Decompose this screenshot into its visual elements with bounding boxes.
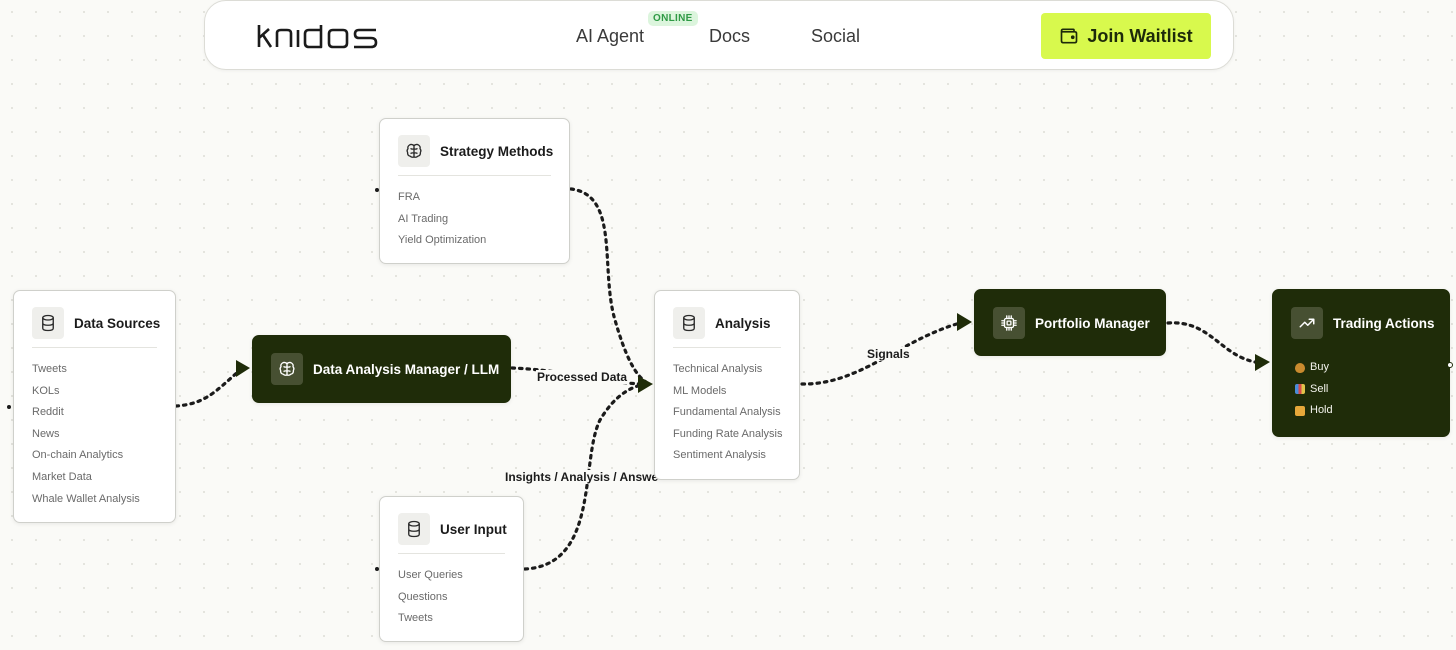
list-item: Funding Rate Analysis — [673, 427, 783, 440]
list-item: User Queries — [398, 569, 463, 581]
money-bag-icon — [1295, 362, 1305, 373]
strategy-list: FRA AI Trading Yield Optimization — [398, 187, 486, 252]
database-icon — [32, 307, 64, 339]
edge-portfolio-to-trading — [1166, 321, 1257, 364]
input-handle[interactable] — [7, 405, 11, 409]
edge-label-processed-data: Processed Data — [536, 370, 629, 384]
node-user-input[interactable]: User Input User Queries Questions Tweets — [375, 496, 524, 642]
analysis-list: Technical Analysis ML Models Fundamental… — [673, 359, 782, 467]
divider — [32, 347, 157, 348]
list-item: Fundamental Analysis — [673, 406, 781, 419]
brain-icon — [271, 353, 303, 385]
list-item: On-chain Analytics — [32, 449, 124, 462]
list-item: Tweets — [398, 612, 433, 625]
divider — [398, 553, 505, 554]
bar-chart-icon — [1295, 384, 1305, 395]
list-item: Technical Analysis — [673, 363, 763, 375]
input-handle[interactable] — [375, 188, 379, 192]
action-buy-label: Buy — [1310, 361, 1329, 373]
input-handle[interactable] — [375, 567, 379, 571]
arrowhead-analysis — [638, 376, 653, 393]
arrowhead-trading — [1255, 354, 1270, 371]
node-title: Analysis — [715, 315, 771, 331]
list-item: ML Models — [673, 384, 727, 397]
brain-icon — [398, 135, 430, 167]
node-data-sources[interactable]: Data Sources Tweets KOLs Reddit News On-… — [7, 290, 176, 523]
node-data-analysis-manager[interactable]: Data Analysis Manager / LLM — [252, 335, 511, 403]
handshake-icon — [1295, 405, 1305, 416]
node-strategy-methods[interactable]: Strategy Methods FRA AI Trading Yield Op… — [375, 118, 570, 264]
list-item: AI Trading — [398, 212, 449, 225]
node-title: User Input — [440, 521, 507, 537]
node-trading-actions[interactable]: Trading Actions Buy Sell Hold — [1272, 289, 1453, 437]
output-handle[interactable] — [1447, 362, 1453, 368]
list-item: Questions — [398, 590, 448, 603]
divider — [398, 175, 551, 176]
action-hold-label: Hold — [1310, 404, 1333, 417]
list-item: Whale Wallet Analysis — [32, 492, 140, 505]
edge-strategy-to-analysis — [569, 187, 648, 384]
user-input-list: User Queries Questions Tweets — [398, 565, 463, 630]
action-sell-label: Sell — [1310, 382, 1329, 395]
node-title: Strategy Methods — [440, 143, 554, 159]
arrowhead-llm — [236, 360, 250, 377]
edge-label-insights: Insights / Analysis / Answe — [504, 470, 671, 484]
list-item: Reddit — [32, 406, 64, 419]
trending-up-icon — [1291, 307, 1323, 339]
database-icon — [673, 307, 705, 339]
arrowhead-portfolio — [957, 313, 972, 331]
node-title: Data Sources — [74, 315, 161, 331]
list-item: News — [32, 427, 60, 440]
divider — [673, 347, 781, 348]
list-item: Hold — [1295, 400, 1333, 422]
node-portfolio-manager[interactable]: Portfolio Manager — [974, 289, 1166, 356]
list-item: Sell — [1295, 379, 1333, 401]
node-title: Portfolio Manager — [1035, 315, 1150, 331]
list-item: Yield Optimization — [398, 234, 487, 247]
list-item: Buy — [1295, 357, 1333, 379]
list-item: Sentiment Analysis — [673, 449, 766, 462]
list-item: FRA — [398, 191, 420, 203]
node-title: Trading Actions — [1333, 315, 1435, 331]
list-item: Market Data — [32, 470, 92, 483]
node-analysis[interactable]: Analysis Technical Analysis ML Models Fu… — [654, 290, 800, 480]
edge-data-sources-to-llm — [174, 368, 242, 408]
edge-label-signals: Signals — [866, 347, 911, 361]
database-icon — [398, 513, 430, 545]
list-item: KOLs — [32, 384, 60, 397]
node-title: Data Analysis Manager / LLM — [313, 361, 500, 377]
data-sources-list: Tweets KOLs Reddit News On-chain Analyti… — [32, 359, 140, 510]
cpu-chip-icon — [993, 307, 1025, 339]
trading-actions-list: Buy Sell Hold — [1295, 357, 1333, 422]
list-item: Tweets — [32, 363, 67, 375]
